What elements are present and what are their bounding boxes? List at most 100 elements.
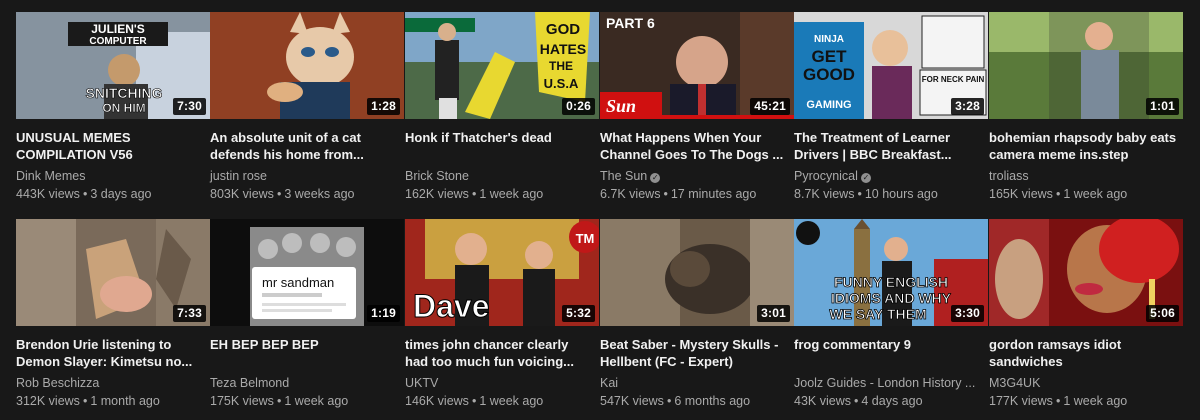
video-duration: 5:32 — [562, 305, 595, 322]
thumb-caption: WE SAY THEM — [829, 306, 926, 322]
channel-name[interactable]: Teza Belmond — [210, 375, 289, 391]
channel-label: Dink Memes — [16, 169, 86, 183]
video-duration: 3:30 — [951, 305, 984, 322]
video-title[interactable]: Brendon Urie listening to Demon Slayer: … — [16, 336, 206, 370]
video-title[interactable]: gordon ramsays idiot sandwiches — [989, 336, 1179, 370]
channel-label: M3G4UK — [989, 376, 1041, 390]
thumb-caption: FUNNY ENGLISH — [834, 274, 948, 290]
channel-label: Kai — [600, 376, 619, 390]
thumb-caption: GOOD — [803, 65, 855, 84]
channel-label: Joolz Guides - London History ... — [794, 376, 976, 390]
view-count: 8.7K views — [794, 187, 855, 201]
channel-label: troliass — [989, 169, 1029, 183]
thumb-caption: IDIOMS AND WHY — [831, 290, 952, 306]
video-thumbnail[interactable]: 1:28 — [210, 12, 404, 119]
video-meta: 146K views • 1 week ago — [405, 394, 544, 408]
channel-label: justin rose — [210, 169, 267, 183]
thumb-caption: ON HIM — [102, 101, 145, 115]
video-title[interactable]: UNUSUAL MEMES COMPILATION V56 — [16, 129, 206, 163]
view-count: 803K views — [210, 187, 274, 201]
thumb-caption: FOR NECK PAIN — [922, 75, 985, 84]
thumb-caption: COMPUTER — [89, 36, 147, 47]
video-meta: 8.7K views • 10 hours ago — [794, 187, 938, 201]
channel-name[interactable]: Pyrocynical ✓ — [794, 168, 871, 184]
channel-name[interactable]: Kai — [600, 375, 618, 391]
channel-name[interactable]: Joolz Guides - London History ... — [794, 375, 975, 391]
video-title[interactable]: frog commentary 9 — [794, 336, 984, 370]
thumb-caption: GOD — [546, 21, 580, 38]
video-title[interactable]: Honk if Thatcher's dead — [405, 129, 595, 163]
upload-age: 1 week ago — [1063, 394, 1128, 408]
thumb-caption: HATES — [540, 41, 586, 57]
video-grid: JULIEN'S COMPUTER SNITCHING ON HIM 7:30 … — [0, 0, 1200, 420]
video-duration: 1:19 — [367, 305, 400, 322]
upload-age: 1 week ago — [284, 394, 349, 408]
view-count: 146K views — [405, 394, 469, 408]
thumb-caption: JULIEN'S — [91, 22, 145, 36]
thumb-caption: GET — [812, 47, 848, 66]
video-thumbnail[interactable]: FUNNY ENGLISH IDIOMS AND WHY WE SAY THEM… — [794, 219, 988, 326]
view-count: 165K views — [989, 187, 1053, 201]
thumb-caption: mr sandman — [262, 275, 334, 290]
upload-age: 17 minutes ago — [670, 187, 757, 201]
channel-name[interactable]: Dink Memes — [16, 168, 85, 184]
channel-name[interactable]: justin rose — [210, 168, 267, 184]
upload-age: 1 month ago — [90, 394, 160, 408]
channel-label: Pyrocynical — [794, 169, 858, 183]
video-duration: 3:01 — [757, 305, 790, 322]
channel-name[interactable]: Brick Stone — [405, 168, 469, 184]
upload-age: 3 days ago — [90, 187, 152, 201]
thumb-caption: GAMING — [806, 99, 851, 111]
upload-age: 1 week ago — [1063, 187, 1128, 201]
video-duration: 5:06 — [1146, 305, 1179, 322]
video-thumbnail[interactable]: GOD HATES THE U.S.A 0:26 — [405, 12, 599, 119]
video-duration: 3:28 — [951, 98, 984, 115]
video-thumbnail[interactable]: PART 6 Sun 45:21 — [600, 12, 794, 119]
video-thumbnail[interactable]: 7:33 — [16, 219, 210, 326]
video-title[interactable]: EH BEP BEP BEP — [210, 336, 400, 370]
verified-icon: ✓ — [860, 173, 871, 183]
channel-label: Rob Beschizza — [16, 376, 100, 390]
video-meta: 547K views • 6 months ago — [600, 394, 751, 408]
thumb-caption: Dave — [413, 288, 490, 324]
video-duration: 1:01 — [1146, 98, 1179, 115]
channel-name[interactable]: troliass — [989, 168, 1029, 184]
video-title[interactable]: times john chancer clearly had too much … — [405, 336, 595, 370]
video-duration: 45:21 — [750, 98, 790, 115]
video-meta: 165K views • 1 week ago — [989, 187, 1128, 201]
video-duration: 7:30 — [173, 98, 206, 115]
verified-icon: ✓ — [650, 173, 661, 183]
channel-label: Teza Belmond — [210, 376, 290, 390]
channel-label: UKTV — [405, 376, 439, 390]
thumb-caption: TM — [576, 231, 595, 246]
upload-age: 3 weeks ago — [284, 187, 355, 201]
video-thumbnail[interactable]: NINJA GET GOOD GAMING FOR NECK PAIN 3:28 — [794, 12, 988, 119]
video-title[interactable]: What Happens When Your Channel Goes To T… — [600, 129, 790, 163]
video-thumbnail[interactable]: 5:06 — [989, 219, 1183, 326]
upload-age: 6 months ago — [674, 394, 751, 408]
channel-label: Brick Stone — [405, 169, 469, 183]
channel-name[interactable]: Rob Beschizza — [16, 375, 99, 391]
view-count: 43K views — [794, 394, 851, 408]
video-thumbnail[interactable]: 3:01 — [600, 219, 794, 326]
video-title[interactable]: An absolute unit of a cat defends his ho… — [210, 129, 400, 163]
video-meta: 162K views • 1 week ago — [405, 187, 544, 201]
video-thumbnail[interactable]: JULIEN'S COMPUTER SNITCHING ON HIM 7:30 — [16, 12, 210, 119]
video-title[interactable]: The Treatment of Learner Drivers | BBC B… — [794, 129, 984, 163]
video-duration: 1:28 — [367, 98, 400, 115]
upload-age: 4 days ago — [861, 394, 923, 408]
view-count: 443K views — [16, 187, 80, 201]
video-meta: 312K views • 1 month ago — [16, 394, 160, 408]
channel-name[interactable]: UKTV — [405, 375, 438, 391]
video-thumbnail[interactable]: TM Dave 5:32 — [405, 219, 599, 326]
view-count: 177K views — [989, 394, 1053, 408]
video-title[interactable]: bohemian rhapsody baby eats camera meme … — [989, 129, 1179, 163]
video-title[interactable]: Beat Saber - Mystery Skulls - Hellbent (… — [600, 336, 790, 370]
video-duration: 7:33 — [173, 305, 206, 322]
channel-name[interactable]: The Sun ✓ — [600, 168, 661, 184]
video-thumbnail[interactable]: mr sandman 1:19 — [210, 219, 404, 326]
video-thumbnail[interactable]: 1:01 — [989, 12, 1183, 119]
view-count: 175K views — [210, 394, 274, 408]
video-meta: 43K views • 4 days ago — [794, 394, 923, 408]
channel-name[interactable]: M3G4UK — [989, 375, 1040, 391]
